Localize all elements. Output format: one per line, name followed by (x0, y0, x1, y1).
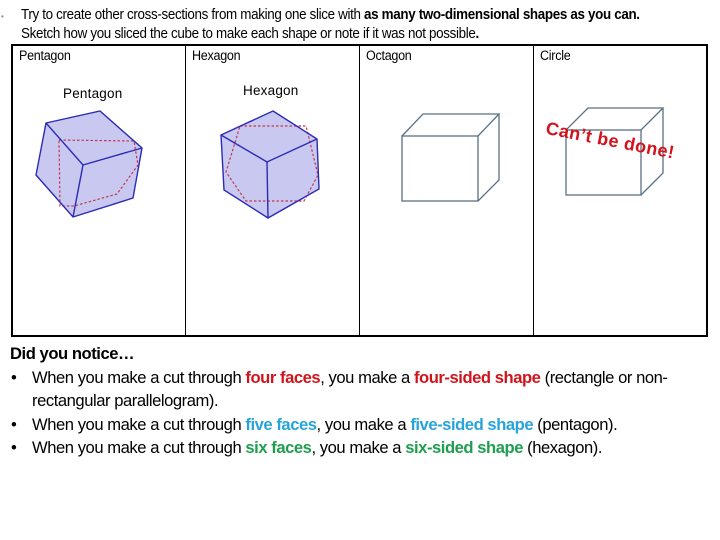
text: When you make a cut through (32, 438, 246, 457)
pentagon-image-label: Pentagon (63, 86, 123, 101)
highlight-six-faces: six faces (245, 438, 312, 457)
bullet-icon: • (11, 367, 17, 387)
notice-list: • When you make a cut through four faces,… (10, 366, 720, 460)
instructions-text: Try to create other cross-sections from … (21, 7, 365, 23)
text: , you make a (311, 438, 406, 457)
cell-circle[interactable]: Circle (532, 44, 708, 337)
instructions-emphasis: as many two-dimensional shapes as you ca… (364, 7, 640, 23)
text: , you make a (320, 367, 414, 387)
highlight-six-sided-shape: six-sided shape (405, 438, 523, 457)
column-header-circle: Circle (539, 48, 571, 63)
highlight-five-faces: five faces (245, 414, 317, 434)
text: (hexagon). (523, 438, 602, 457)
instructions: Try to create other cross-sections from … (21, 6, 640, 44)
list-item: • When you make a cut through six faces, … (10, 436, 720, 460)
column-header-pentagon: Pentagon (19, 48, 71, 63)
instructions-line-2: Sketch how you sliced the cube to make e… (21, 25, 640, 44)
instructions-line-1: Try to create other cross-sections from … (21, 6, 640, 25)
text: When you make a cut through (32, 367, 246, 387)
text: When you make a cut through (32, 414, 246, 434)
cell-octagon[interactable]: Octagon (359, 44, 534, 337)
instructions-text: Sketch how you sliced the cube to make e… (21, 26, 476, 42)
bullet-icon: • (11, 414, 17, 434)
column-header-hexagon: Hexagon (192, 48, 241, 63)
column-header-octagon: Octagon (366, 48, 412, 63)
highlight-four-faces: four faces (245, 367, 321, 387)
did-you-notice-section: Did you notice… • When you make a cut thr… (10, 342, 720, 460)
instructions-period: . (475, 26, 480, 42)
highlight-four-sided-shape: four-sided shape (413, 367, 541, 387)
hexagon-image-label: Hexagon (243, 83, 299, 98)
text: (pentagon). (533, 414, 618, 434)
highlight-five-sided-shape: five-sided shape (410, 414, 534, 434)
list-item: • When you make a cut through four faces,… (10, 366, 720, 413)
notice-title: Did you notice… (10, 344, 135, 363)
bullet-icon: • (11, 438, 17, 457)
text: , you make a (316, 414, 411, 434)
list-item: • When you make a cut through five faces,… (10, 413, 720, 437)
bullet-marker: • (1, 12, 4, 21)
